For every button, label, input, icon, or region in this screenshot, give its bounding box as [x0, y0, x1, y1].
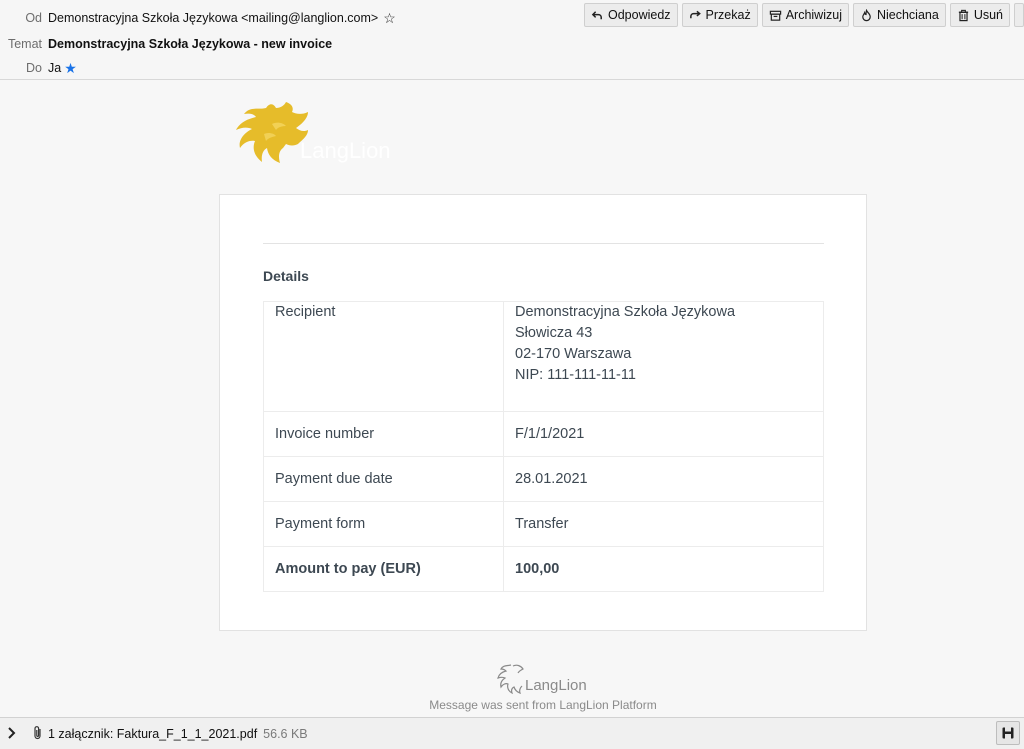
from-address[interactable]: Demonstracyjna Szkoła Językowa <mailing@…: [48, 11, 378, 25]
to-recipient[interactable]: Ja: [48, 61, 61, 75]
delete-button[interactable]: Usuń: [949, 3, 1010, 27]
footer-note: Message was sent from LangLion Platform: [429, 698, 657, 712]
forward-button[interactable]: Przekaż: [681, 3, 758, 27]
langlion-logo[interactable]: LangLion: [228, 100, 428, 172]
delete-label: Usuń: [973, 8, 1003, 22]
invoice-card: Details Recipient Demonstracyjna Szkoła …: [219, 194, 867, 631]
invoice-number-label: Invoice number: [263, 411, 504, 457]
subject-row: Temat Demonstracyjna Szkoła Językowa - ne…: [0, 34, 332, 54]
message-toolbar: Odpowiedz Przekaż Archiwizuj Niechciana …: [584, 3, 1024, 29]
message-header: Od Demonstracyjna Szkoła Językowa <mailin…: [0, 0, 1024, 80]
archive-button[interactable]: Archiwizuj: [761, 3, 849, 27]
amount-label: Amount to pay (EUR): [263, 546, 504, 592]
attachment-size: 56.6 KB: [263, 727, 308, 741]
from-label: Od: [25, 11, 42, 25]
paperclip-icon: [34, 726, 41, 740]
recipient-city: 02-170 Warszawa: [515, 346, 632, 362]
reply-button[interactable]: Odpowiedz: [584, 3, 678, 27]
save-disk-icon: [1002, 727, 1014, 739]
amount-value: 100,00: [503, 546, 824, 592]
to-label: Do: [26, 61, 42, 75]
subject-label: Temat: [7, 37, 42, 51]
table-row-amount: Amount to pay (EUR) 100,00: [263, 546, 824, 592]
attachment-filename: 1 załącznik: Faktura_F_1_1_2021.pdf: [48, 727, 258, 741]
footer-logo-wordmark: LangLion: [525, 677, 587, 694]
star-filled-icon[interactable]: ★: [64, 58, 77, 78]
table-row-due-date: Payment due date 28.01.2021: [263, 456, 824, 502]
subject-text: Demonstracyjna Szkoła Językowa - new inv…: [48, 37, 333, 51]
trash-icon: [958, 9, 968, 21]
chevron-right-icon[interactable]: [6, 726, 18, 740]
junk-button[interactable]: Niechciana: [852, 3, 946, 27]
recipient-street: Słowicza 43: [515, 325, 593, 341]
save-attachment-button[interactable]: [996, 721, 1020, 745]
reply-label: Odpowiedz: [608, 8, 671, 22]
card-divider: [263, 243, 824, 244]
forward-label: Przekaż: [705, 8, 751, 22]
more-button[interactable]: [1014, 3, 1024, 27]
recipient-name: Demonstracyjna Szkoła Językowa: [515, 304, 736, 320]
recipient-value: Demonstracyjna Szkoła Językowa Słowicza …: [503, 301, 824, 412]
junk-flame-icon: [862, 8, 871, 21]
table-row-recipient: Recipient Demonstracyjna Szkoła Językowa…: [263, 301, 824, 412]
details-heading: Details: [263, 268, 309, 284]
details-table: Recipient Demonstracyjna Szkoła Językowa…: [263, 301, 824, 592]
table-row-invoice-number: Invoice number F/1/1/2021: [263, 411, 824, 457]
attachment-summary[interactable]: 1 załącznik: Faktura_F_1_1_2021.pdf 56.6 …: [48, 727, 308, 741]
invoice-number-value: F/1/1/2021: [503, 411, 824, 457]
due-date-value: 28.01.2021: [503, 456, 824, 502]
forward-icon: [689, 10, 701, 18]
archive-icon: [769, 10, 781, 21]
logo-wordmark: LangLion: [300, 138, 391, 163]
junk-label: Niechciana: [876, 8, 939, 22]
table-row-payment-form: Payment form Transfer: [263, 501, 824, 547]
attachment-bar: 1 załącznik: Faktura_F_1_1_2021.pdf 56.6 …: [0, 717, 1024, 749]
payment-form-label: Payment form: [263, 501, 504, 547]
archive-label: Archiwizuj: [785, 8, 842, 22]
payment-form-value: Transfer: [503, 501, 824, 547]
message-body: LangLion Details Recipient Demonstracyjn…: [0, 80, 1024, 717]
due-date-label: Payment due date: [263, 456, 504, 502]
recipient-label: Recipient: [263, 301, 504, 412]
from-row: Od Demonstracyjna Szkoła Językowa <mailin…: [0, 8, 396, 28]
reply-icon: [591, 10, 602, 19]
recipient-nip: NIP: 111-111-11-11: [515, 367, 636, 383]
to-row: Do Ja ★: [0, 58, 77, 78]
footer-langlion-logo[interactable]: LangLion: [495, 661, 595, 697]
star-outline-icon[interactable]: ☆: [383, 8, 396, 28]
